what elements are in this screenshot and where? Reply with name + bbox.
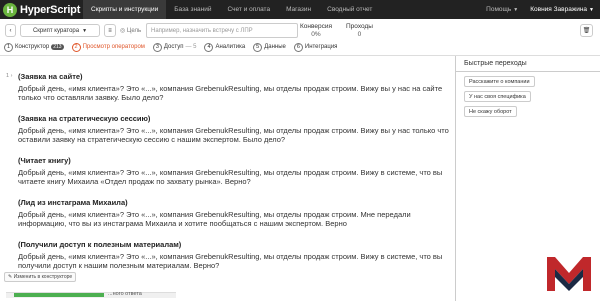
block-text: Добрый день, «имя клиента»? Это «...», к… — [18, 252, 443, 270]
goal-input[interactable]: Например, назначить встречу с ЛПР — [146, 23, 298, 38]
step-number: 1 — [4, 42, 13, 52]
block-text: Добрый день, «имя клиента»? Это «...», к… — [18, 210, 411, 228]
step-label: Интеграция — [304, 44, 338, 50]
bottom-text[interactable]: ...ного ответа — [108, 291, 142, 297]
nav-scripts[interactable]: Скрипты и инструкции — [83, 0, 167, 19]
logo[interactable]: H HyperScript — [3, 2, 83, 17]
block-text: Добрый день, «имя клиента»? Это «...», к… — [18, 84, 443, 102]
count-badge: 213 — [51, 44, 64, 50]
script-block[interactable]: (Получили доступ к полезным материалам) … — [18, 240, 455, 270]
tab-constructor[interactable]: 1 Конструктор 213 — [4, 42, 64, 52]
access-count: — 5 — [185, 44, 197, 50]
script-block[interactable]: (Заявка на сайте) Добрый день, «имя клие… — [18, 72, 455, 102]
progress-bar — [14, 293, 104, 297]
logo-text: HyperScript — [20, 3, 81, 16]
chevron-down-icon: ▼ — [82, 27, 88, 34]
step-number: 6 — [293, 42, 303, 52]
line-number: 1 › — [6, 73, 12, 79]
block-text: Добрый день, «имя клиента»? Это «...», к… — [18, 126, 449, 144]
quick-jump-button[interactable]: У нас своя специфика — [464, 91, 531, 102]
step-label: Аналитика — [215, 44, 246, 50]
step-number: 5 — [253, 42, 263, 52]
script-block[interactable]: (Читает книгу) Добрый день, «имя клиента… — [18, 156, 455, 186]
user-name: Ковния Завражина — [530, 6, 588, 13]
conversion-value: 0% — [311, 31, 321, 38]
block-title: (Заявка на сайте) — [18, 72, 83, 81]
tab-analytics[interactable]: 4 Аналитика — [204, 42, 246, 52]
tab-access[interactable]: 3 Доступ — 5 — [152, 42, 197, 52]
step-number: 3 — [152, 42, 162, 52]
line-number-value: 1 — [6, 73, 10, 79]
block-text: Добрый день, «имя клиента»? Это «...», к… — [18, 168, 443, 186]
quick-jump-button[interactable]: Не скажу оборот — [464, 106, 517, 117]
step-label: Конструктор — [15, 44, 50, 50]
block-title: (Читает книгу) — [18, 156, 71, 165]
step-number: 4 — [204, 42, 214, 52]
back-button[interactable]: ‹ — [5, 24, 16, 37]
nav-billing[interactable]: Счет и оплата — [220, 0, 279, 19]
trash-icon[interactable]: 🗑 — [580, 24, 593, 37]
script-block[interactable]: (Заявка на стратегическую сессию) Добрый… — [18, 114, 455, 144]
edit-in-constructor-button[interactable]: ✎ Изменить в конструкторе — [4, 272, 77, 282]
script-select[interactable]: Скрипт куратора ▼ — [20, 24, 100, 37]
goal-label: ◎ Цель — [120, 27, 141, 34]
help-label: Помощь — [486, 6, 512, 13]
top-navbar: H HyperScript Скрипты и инструкции База … — [0, 0, 600, 19]
chevron-right-icon: › — [10, 73, 13, 79]
script-content: 1 › (Заявка на сайте) Добрый день, «имя … — [0, 56, 455, 301]
watermark-logo — [547, 257, 591, 291]
quick-jumps-title: Быстрые переходы — [464, 60, 527, 67]
menu-button[interactable]: ≡ — [104, 24, 116, 37]
chevron-down-icon: ▼ — [513, 6, 519, 13]
block-title: (Заявка на стратегическую сессию) — [18, 114, 151, 123]
nav-knowledge-base[interactable]: База знаний — [166, 0, 219, 19]
divider — [456, 71, 600, 72]
tab-data[interactable]: 5 Данные — [253, 42, 286, 52]
nav-shop[interactable]: Магазин — [278, 0, 319, 19]
tab-operator-view[interactable]: 2 Просмотр оператором — [71, 42, 145, 52]
help-menu[interactable]: Помощь ▼ — [480, 0, 524, 19]
chevron-down-icon: ▼ — [589, 6, 594, 13]
script-block[interactable]: (Лид из инстаграма Михаила) Добрый день,… — [18, 198, 455, 228]
block-title: (Получили доступ к полезным материалам) — [18, 240, 182, 249]
tab-integration[interactable]: 6 Интеграция — [293, 42, 338, 52]
conversion-label: Конверсия — [300, 23, 333, 30]
passes-stat: Проходы 0 — [346, 23, 373, 39]
nav-summary-report[interactable]: Сводный отчет — [319, 0, 380, 19]
conversion-stat: Конверсия 0% — [300, 23, 332, 39]
step-label: Данные — [264, 44, 286, 50]
steps-bar: 1 Конструктор 213 2 Просмотр оператором … — [0, 41, 345, 53]
logo-icon: H — [3, 2, 17, 17]
passes-value: 0 — [357, 31, 362, 38]
script-select-label: Скрипт куратора — [32, 27, 80, 34]
passes-label: Проходы — [346, 23, 373, 30]
user-menu[interactable]: Ковния Завражина ▼ — [524, 0, 600, 19]
block-title: (Лид из инстаграма Михаила) — [18, 198, 128, 207]
step-label: Просмотр оператором — [82, 44, 145, 50]
target-icon: ◎ — [120, 28, 126, 34]
quick-jump-button[interactable]: Расскажите о компании — [464, 76, 535, 87]
step-label: Доступ — [163, 44, 184, 50]
step-number: 2 — [71, 42, 81, 52]
goal-label-text: Цель — [126, 28, 142, 34]
